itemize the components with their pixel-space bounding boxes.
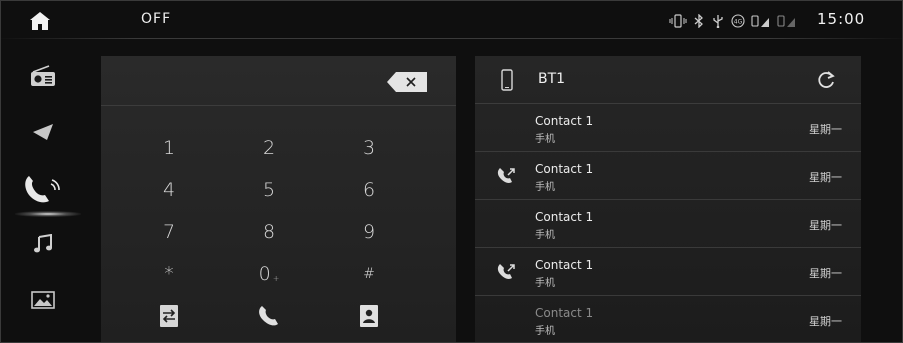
ac-status[interactable]: OFF bbox=[141, 11, 171, 27]
call-day: 星期一 bbox=[809, 171, 842, 184]
4g-icon: 4G bbox=[731, 13, 745, 28]
call-day: 星期一 bbox=[809, 123, 842, 136]
contact-type: 手机 bbox=[535, 134, 555, 145]
svg-text:4G: 4G bbox=[734, 19, 743, 26]
refresh-button[interactable] bbox=[815, 69, 837, 91]
nav-phone[interactable] bbox=[11, 167, 81, 217]
key-8[interactable]: 8 bbox=[229, 214, 309, 250]
mobile-device-icon bbox=[501, 69, 513, 95]
music-note-icon bbox=[33, 233, 53, 258]
phone-screen: OFF 4G 15:00 1 2 3 4 5 6 7 8 9 * 0 + # B… bbox=[0, 0, 903, 343]
contacts-book-icon bbox=[359, 304, 379, 333]
contact-name: Contact 1 bbox=[535, 258, 594, 272]
contact-name: Contact 1 bbox=[535, 114, 594, 128]
call-icon bbox=[258, 305, 280, 332]
nav-navigation[interactable] bbox=[11, 111, 75, 157]
call-log-panel: BT1 Contact 1 手机 星期一 Contact 1 手机 星期一 Co… bbox=[475, 56, 861, 342]
key-5[interactable]: 5 bbox=[229, 172, 309, 208]
dial-display bbox=[101, 56, 456, 106]
key-4[interactable]: 4 bbox=[129, 172, 209, 208]
usb-icon bbox=[711, 13, 725, 29]
signal-sim2-icon bbox=[777, 13, 797, 27]
call-log-row[interactable]: Contact 1 手机 星期一 bbox=[475, 297, 861, 342]
key-1[interactable]: 1 bbox=[129, 130, 209, 166]
navigation-arrow-icon bbox=[32, 123, 54, 145]
status-divider bbox=[1, 38, 902, 39]
signal-sim1-icon bbox=[751, 13, 771, 27]
call-button[interactable] bbox=[229, 300, 309, 336]
key-hash[interactable]: # bbox=[329, 256, 409, 292]
key-7[interactable]: 7 bbox=[129, 214, 209, 250]
call-log-row[interactable]: Contact 1 手机 星期一 bbox=[475, 105, 861, 152]
side-navigation bbox=[1, 39, 85, 342]
backspace-button[interactable] bbox=[387, 72, 427, 92]
contact-name: Contact 1 bbox=[535, 306, 594, 320]
missed-call-icon bbox=[497, 166, 517, 186]
call-log-row[interactable]: Contact 1 手机 星期一 bbox=[475, 201, 861, 248]
contact-type: 手机 bbox=[535, 182, 555, 193]
key-2[interactable]: 2 bbox=[229, 130, 309, 166]
contact-name: Contact 1 bbox=[535, 210, 594, 224]
call-day: 星期一 bbox=[809, 267, 842, 280]
contacts-book-button[interactable] bbox=[329, 300, 409, 336]
contact-type: 手机 bbox=[535, 278, 555, 289]
key-star[interactable]: * bbox=[129, 256, 209, 292]
key-9[interactable]: 9 bbox=[329, 214, 409, 250]
nav-gallery[interactable] bbox=[11, 279, 75, 325]
image-icon bbox=[31, 291, 55, 313]
clock: 15:00 bbox=[817, 10, 866, 28]
vibrate-icon bbox=[669, 13, 687, 28]
home-icon[interactable] bbox=[29, 11, 51, 31]
contact-type: 手机 bbox=[535, 326, 555, 337]
radio-icon bbox=[29, 65, 57, 91]
key-3[interactable]: 3 bbox=[329, 130, 409, 166]
missed-call-icon bbox=[497, 262, 517, 282]
bluetooth-icon bbox=[693, 13, 705, 29]
refresh-icon bbox=[815, 71, 837, 95]
nav-music[interactable] bbox=[11, 223, 75, 269]
contact-type: 手机 bbox=[535, 230, 555, 241]
transfer-icon bbox=[159, 304, 179, 333]
call-day: 星期一 bbox=[809, 315, 842, 328]
nav-radio[interactable] bbox=[11, 55, 75, 101]
call-log-row[interactable]: Contact 1 手机 星期一 bbox=[475, 249, 861, 296]
device-name: BT1 bbox=[538, 71, 566, 87]
phone-icon bbox=[21, 170, 65, 210]
status-icons: 4G bbox=[669, 12, 797, 29]
status-bar: OFF 4G 15:00 bbox=[1, 1, 902, 39]
key-0[interactable]: 0 bbox=[229, 256, 309, 292]
transfer-button[interactable] bbox=[129, 300, 209, 336]
key-6[interactable]: 6 bbox=[329, 172, 409, 208]
contact-name: Contact 1 bbox=[535, 162, 594, 176]
call-day: 星期一 bbox=[809, 219, 842, 232]
dialpad-panel: 1 2 3 4 5 6 7 8 9 * 0 # bbox=[101, 56, 456, 342]
device-header: BT1 bbox=[475, 56, 861, 104]
call-log-row[interactable]: Contact 1 手机 星期一 bbox=[475, 153, 861, 200]
